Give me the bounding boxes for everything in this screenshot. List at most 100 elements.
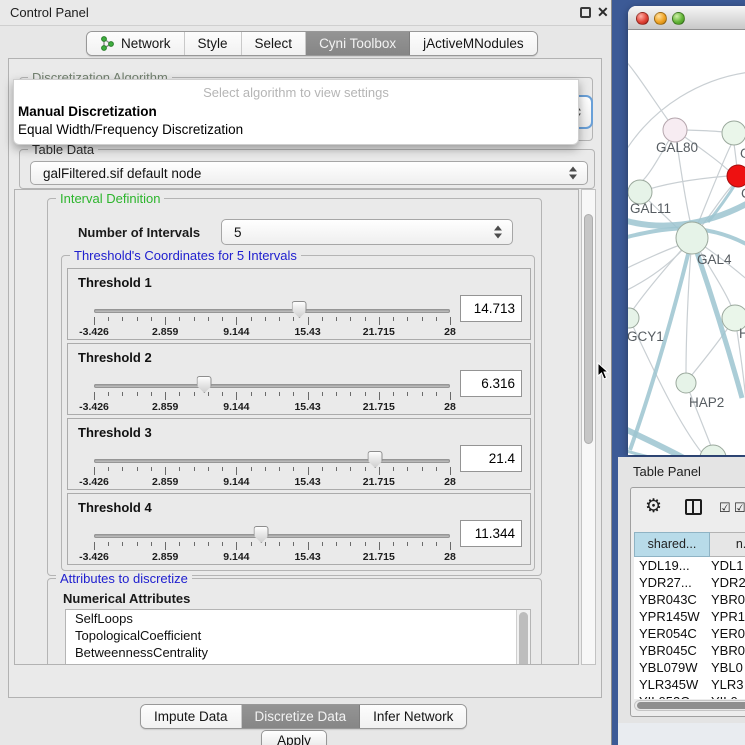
network-node[interactable] (722, 121, 745, 145)
node-label: GAL4 (697, 252, 732, 267)
group-title: Attributes to discretize (56, 571, 192, 586)
attribute-item[interactable]: BetweennessCentrality (66, 644, 530, 661)
threshold-label: Threshold 3 (78, 425, 152, 440)
tab-label: Select (255, 36, 293, 51)
dropdown-option-manual[interactable]: Manual Discretization (17, 103, 575, 121)
tab-cyni-toolbox[interactable]: Cyni Toolbox (306, 32, 410, 55)
tab-network[interactable]: Network (87, 32, 185, 55)
tab-label: Style (198, 36, 228, 51)
tick-mark (265, 467, 266, 471)
column-header-name[interactable]: n... (710, 532, 745, 557)
numerical-attributes-label: Numerical Attributes (63, 591, 190, 606)
slider-thumb[interactable] (197, 376, 212, 393)
tab-label: Infer Network (373, 709, 453, 724)
slider-thumb[interactable] (254, 526, 269, 543)
attributes-group: Attributes to discretize Numerical Attri… (47, 578, 542, 665)
network-node[interactable] (663, 118, 687, 142)
attribute-item[interactable]: SelfLoops (66, 610, 530, 627)
tick-mark (251, 317, 252, 321)
table-row[interactable]: YBR045CYBR0 (634, 642, 745, 659)
table-data-combobox[interactable]: galFiltered.sif default node (30, 161, 588, 185)
network-node[interactable] (700, 445, 726, 455)
tick-mark (151, 392, 152, 396)
tick-label: 21.715 (363, 476, 395, 488)
tick-label: -3.426 (79, 401, 109, 413)
slider-track[interactable] (94, 534, 450, 538)
tick-label: 28 (444, 326, 456, 338)
tick-label: 9.144 (223, 326, 249, 338)
scrollbar-thumb[interactable] (637, 702, 745, 709)
tab-discretize-data[interactable]: Discretize Data (242, 705, 361, 728)
close-icon[interactable]: ✕ (597, 4, 609, 21)
network-edge[interactable] (628, 246, 686, 292)
table-row[interactable]: YLR345WYLR3 (634, 676, 745, 693)
panel-scrollbar[interactable] (581, 189, 596, 665)
cell-shared-name: YIL052C (634, 693, 707, 699)
checkbox-icon[interactable]: ☑ (734, 500, 745, 516)
table-data-value: galFiltered.sif default node (43, 162, 201, 184)
apply-button[interactable]: Apply (261, 730, 327, 745)
tick-mark (436, 467, 437, 471)
table-row[interactable]: YBR043CYBR0 (634, 591, 745, 608)
threshold-value-field[interactable]: 21.4 (460, 445, 522, 472)
tick-label: 15.43 (294, 326, 320, 338)
tab-infer-network[interactable]: Infer Network (360, 705, 466, 728)
tick-mark (137, 542, 138, 546)
checkbox-icon[interactable]: ☑ (719, 500, 731, 516)
tab-select[interactable]: Select (242, 32, 307, 55)
threshold-value-field[interactable]: 14.713 (460, 295, 522, 322)
tick-label: -3.426 (79, 326, 109, 338)
tick-mark (194, 542, 195, 546)
float-window-icon[interactable] (580, 7, 591, 18)
list-scrollbar[interactable] (516, 610, 530, 665)
slider-track[interactable] (94, 384, 450, 388)
network-canvas[interactable]: GAL80GCGAL11GAL4GCY1HHAP2 (628, 30, 745, 455)
tick-mark (265, 542, 266, 546)
column-header-shared-name[interactable]: shared... (634, 532, 710, 557)
table-rows: YDL19...YDL1YDR27...YDR2YBR043CYBR0YPR14… (634, 557, 745, 699)
threshold-value-field[interactable]: 11.344 (460, 520, 522, 547)
tab-impute-data[interactable]: Impute Data (141, 705, 242, 728)
scrollbar-thumb[interactable] (519, 612, 528, 665)
network-edge-thick[interactable] (630, 238, 692, 450)
slider-track[interactable] (94, 309, 450, 313)
threshold-value-field[interactable]: 6.316 (460, 370, 522, 397)
gear-icon[interactable]: ⚙ (645, 495, 662, 518)
minimize-traffic-light-icon[interactable] (654, 12, 667, 25)
network-node[interactable] (727, 165, 745, 187)
attribute-item[interactable]: TopologicalCoefficient (66, 627, 530, 644)
tick-mark (208, 542, 209, 546)
number-of-intervals-combobox[interactable]: 5 (221, 219, 513, 245)
tick-mark (393, 317, 394, 321)
columns-icon[interactable] (685, 499, 702, 515)
table-row[interactable]: YPR145WYPR1 (634, 608, 745, 625)
tick-mark (122, 467, 123, 471)
table-row[interactable]: YER054CYER0 (634, 625, 745, 642)
tab-style[interactable]: Style (185, 32, 242, 55)
zoom-traffic-light-icon[interactable] (672, 12, 685, 25)
network-node[interactable] (628, 308, 639, 328)
scrollbar-thumb[interactable] (584, 214, 593, 444)
table-row[interactable]: YIL052CYIL0 (634, 693, 745, 699)
cell-name: YDL1 (707, 557, 744, 574)
network-edge[interactable] (628, 243, 686, 270)
network-node[interactable] (676, 222, 708, 254)
table-row[interactable]: YDR27...YDR2 (634, 574, 745, 591)
close-traffic-light-icon[interactable] (636, 12, 649, 25)
table-hscrollbar[interactable] (634, 700, 745, 711)
tick-mark (151, 542, 152, 546)
table-data-group: Table Data galFiltered.sif default node (19, 149, 595, 189)
tick-mark (393, 542, 394, 546)
tab-label: Discretize Data (255, 709, 347, 724)
network-node[interactable] (676, 373, 696, 393)
slider-thumb[interactable] (368, 451, 383, 468)
tick-mark (365, 317, 366, 321)
table-row[interactable]: YBL079WYBL0 (634, 659, 745, 676)
tab-jactivemnodules[interactable]: jActiveMNodules (410, 32, 537, 55)
network-edge-thick[interactable] (628, 450, 745, 455)
table-row[interactable]: YDL19...YDL1 (634, 557, 745, 574)
tick-mark (151, 467, 152, 471)
slider-track[interactable] (94, 459, 450, 463)
slider-thumb[interactable] (292, 301, 307, 318)
dropdown-option-equal-width[interactable]: Equal Width/Frequency Discretization (17, 121, 575, 139)
